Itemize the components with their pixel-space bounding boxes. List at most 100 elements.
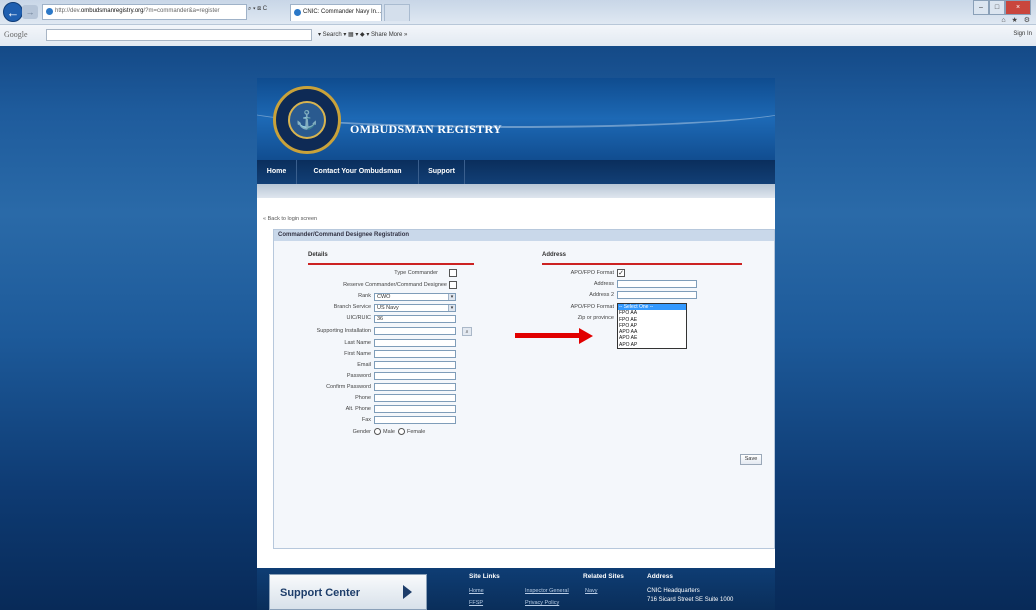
tab-title: CNIC: Commander Navy In... (303, 9, 382, 15)
footer-link-ffsp[interactable]: FFSP (469, 600, 483, 606)
nav-home[interactable]: Home (257, 160, 297, 184)
forward-arrow-icon[interactable]: → (22, 5, 38, 19)
site-footer: Support Center Site Links Home FFSP Rela… (257, 568, 775, 610)
email-label: Email (357, 362, 371, 368)
registration-panel: Commander/Command Designee Registration … (273, 229, 775, 549)
ie-page-icon (46, 8, 53, 15)
details-title: Details (308, 252, 328, 258)
url-path: /?m=commander&a=register (143, 8, 220, 14)
close-window-icon[interactable]: × (1005, 0, 1031, 15)
footer-link-inspector-general[interactable]: Inspector General (525, 588, 569, 594)
related-sites-title: Related Sites (583, 573, 624, 580)
email-input[interactable] (374, 361, 456, 369)
phone-input[interactable] (374, 394, 456, 402)
address-controls[interactable]: ⌕ ▾ ⊠ C (248, 6, 267, 13)
password-label: Password (346, 373, 371, 379)
footer-address-line2: 716 Sicard Street SE Suite 1000 (647, 597, 734, 603)
address-input[interactable] (617, 280, 697, 288)
installation-label: Supporting Installation (316, 328, 371, 334)
male-label: Male (383, 429, 395, 435)
home-favorites-settings-icons[interactable]: ⌂ ★ ⚙ (1001, 16, 1032, 24)
reserve-checkbox[interactable] (449, 281, 457, 289)
page-container: ⚓ OMBUDSMAN REGISTRY Home Contact Your O… (257, 78, 775, 610)
browser-tab[interactable]: CNIC: Commander Navy In... × (290, 4, 382, 21)
last-name-label: Last Name (344, 340, 371, 346)
google-logo: Google (4, 30, 28, 39)
type-commander-label: Type Commander (394, 270, 438, 276)
main-nav: Home Contact Your Ombudsman Support (257, 160, 775, 184)
address-bar[interactable]: http://dev.ombudsmanregistry.org/?m=comm… (42, 4, 247, 20)
back-to-login-link[interactable]: « Back to login screen (263, 216, 317, 222)
fax-label: Fax (361, 417, 371, 423)
type-commander-checkbox[interactable] (449, 269, 457, 277)
branch-label: Branch Service (333, 304, 371, 310)
footer-address-line1: CNIC Headquarters (647, 588, 700, 594)
fax-input[interactable] (374, 416, 456, 424)
apo-format-checkbox[interactable]: ✓ (617, 269, 625, 277)
google-toolbar: Google ▾ Search ▾ ▦ ▾ ◆ ▾ Share More » S… (0, 24, 1036, 46)
uic-label: UIC/RUIC (346, 315, 371, 321)
rank-value: CWO (377, 294, 391, 300)
nav-contact-ombudsman[interactable]: Contact Your Ombudsman (297, 160, 419, 184)
tab-favicon-icon (294, 9, 301, 16)
branch-value: US Navy (377, 305, 399, 311)
alt-phone-input[interactable] (374, 405, 456, 413)
chevron-down-icon: ▾ (448, 305, 455, 311)
reserve-label: Reserve Commander/Command Designee (343, 282, 447, 288)
footer-address-title: Address (647, 573, 674, 580)
zip-label: Zip or province (577, 315, 614, 321)
chevron-down-icon: ▾ (448, 294, 455, 300)
window-controls: – □ × (973, 0, 1033, 16)
alt-phone-label: Alt. Phone (345, 406, 371, 412)
footer-link-navy[interactable]: Navy (585, 588, 598, 594)
female-label: Female (407, 429, 426, 435)
navy-seal-logo: ⚓ (273, 86, 341, 154)
address2-input[interactable] (617, 291, 697, 299)
support-center-label: Support Center (280, 587, 361, 599)
installation-input[interactable] (374, 327, 456, 335)
annotation-arrow (515, 328, 595, 344)
footer-link-home[interactable]: Home (469, 588, 484, 594)
minimize-icon[interactable]: – (973, 0, 989, 15)
first-name-input[interactable] (374, 350, 456, 358)
content-area: « Back to login screen Commander/Command… (257, 198, 775, 568)
play-arrow-icon (403, 585, 412, 599)
uic-input[interactable]: 36 (374, 315, 456, 323)
rank-select[interactable]: CWO ▾ (374, 293, 456, 301)
footer-link-privacy-policy[interactable]: Privacy Policy (525, 600, 559, 606)
url-prefix: http://dev. (55, 8, 81, 14)
arrow-shaft (515, 333, 581, 338)
support-center-button[interactable]: Support Center (269, 574, 427, 610)
branch-select[interactable]: US Navy ▾ (374, 304, 456, 312)
details-underline (308, 263, 474, 265)
gender-female-radio[interactable] (398, 428, 405, 435)
confirm-password-input[interactable] (374, 383, 456, 391)
dropdown-option[interactable]: APO AP (618, 342, 686, 348)
new-tab-button[interactable] (384, 4, 410, 21)
apo-format2-label: APO/FPO Format (570, 304, 614, 310)
maximize-icon[interactable]: □ (989, 0, 1005, 15)
address-label: Address (593, 281, 614, 287)
toolbar-buttons[interactable]: ▾ Search ▾ ▦ ▾ ◆ ▾ Share More » (318, 31, 407, 38)
site-title: OMBUDSMAN REGISTRY (350, 122, 502, 136)
site-links-title: Site Links (469, 573, 500, 580)
lookup-icon[interactable]: ⌕ (462, 327, 472, 336)
gender-male-radio[interactable] (374, 428, 381, 435)
password-input[interactable] (374, 372, 456, 380)
last-name-input[interactable] (374, 339, 456, 347)
confirm-password-label: Confirm Password (326, 384, 371, 390)
gender-label: Gender (352, 429, 371, 435)
subnav-strip (257, 184, 775, 198)
phone-label: Phone (355, 395, 371, 401)
anchor-icon: ⚓ (295, 110, 319, 130)
sign-in-link[interactable]: Sign In (1013, 31, 1032, 37)
address-underline (542, 263, 742, 265)
back-arrow-icon[interactable]: ← (3, 2, 23, 22)
url-domain: ombudsmanregistry.org (80, 8, 144, 14)
browser-title-row: ← → http://dev.ombudsmanregistry.org/?m=… (0, 0, 1036, 24)
save-button[interactable]: Save (740, 454, 762, 465)
google-search-input[interactable] (46, 29, 312, 41)
apo-format-dropdown[interactable]: -- Select One -- FPO AA FPO AE FPO AP AP… (617, 303, 687, 350)
nav-support[interactable]: Support (419, 160, 465, 184)
site-banner: ⚓ OMBUDSMAN REGISTRY (257, 78, 775, 160)
